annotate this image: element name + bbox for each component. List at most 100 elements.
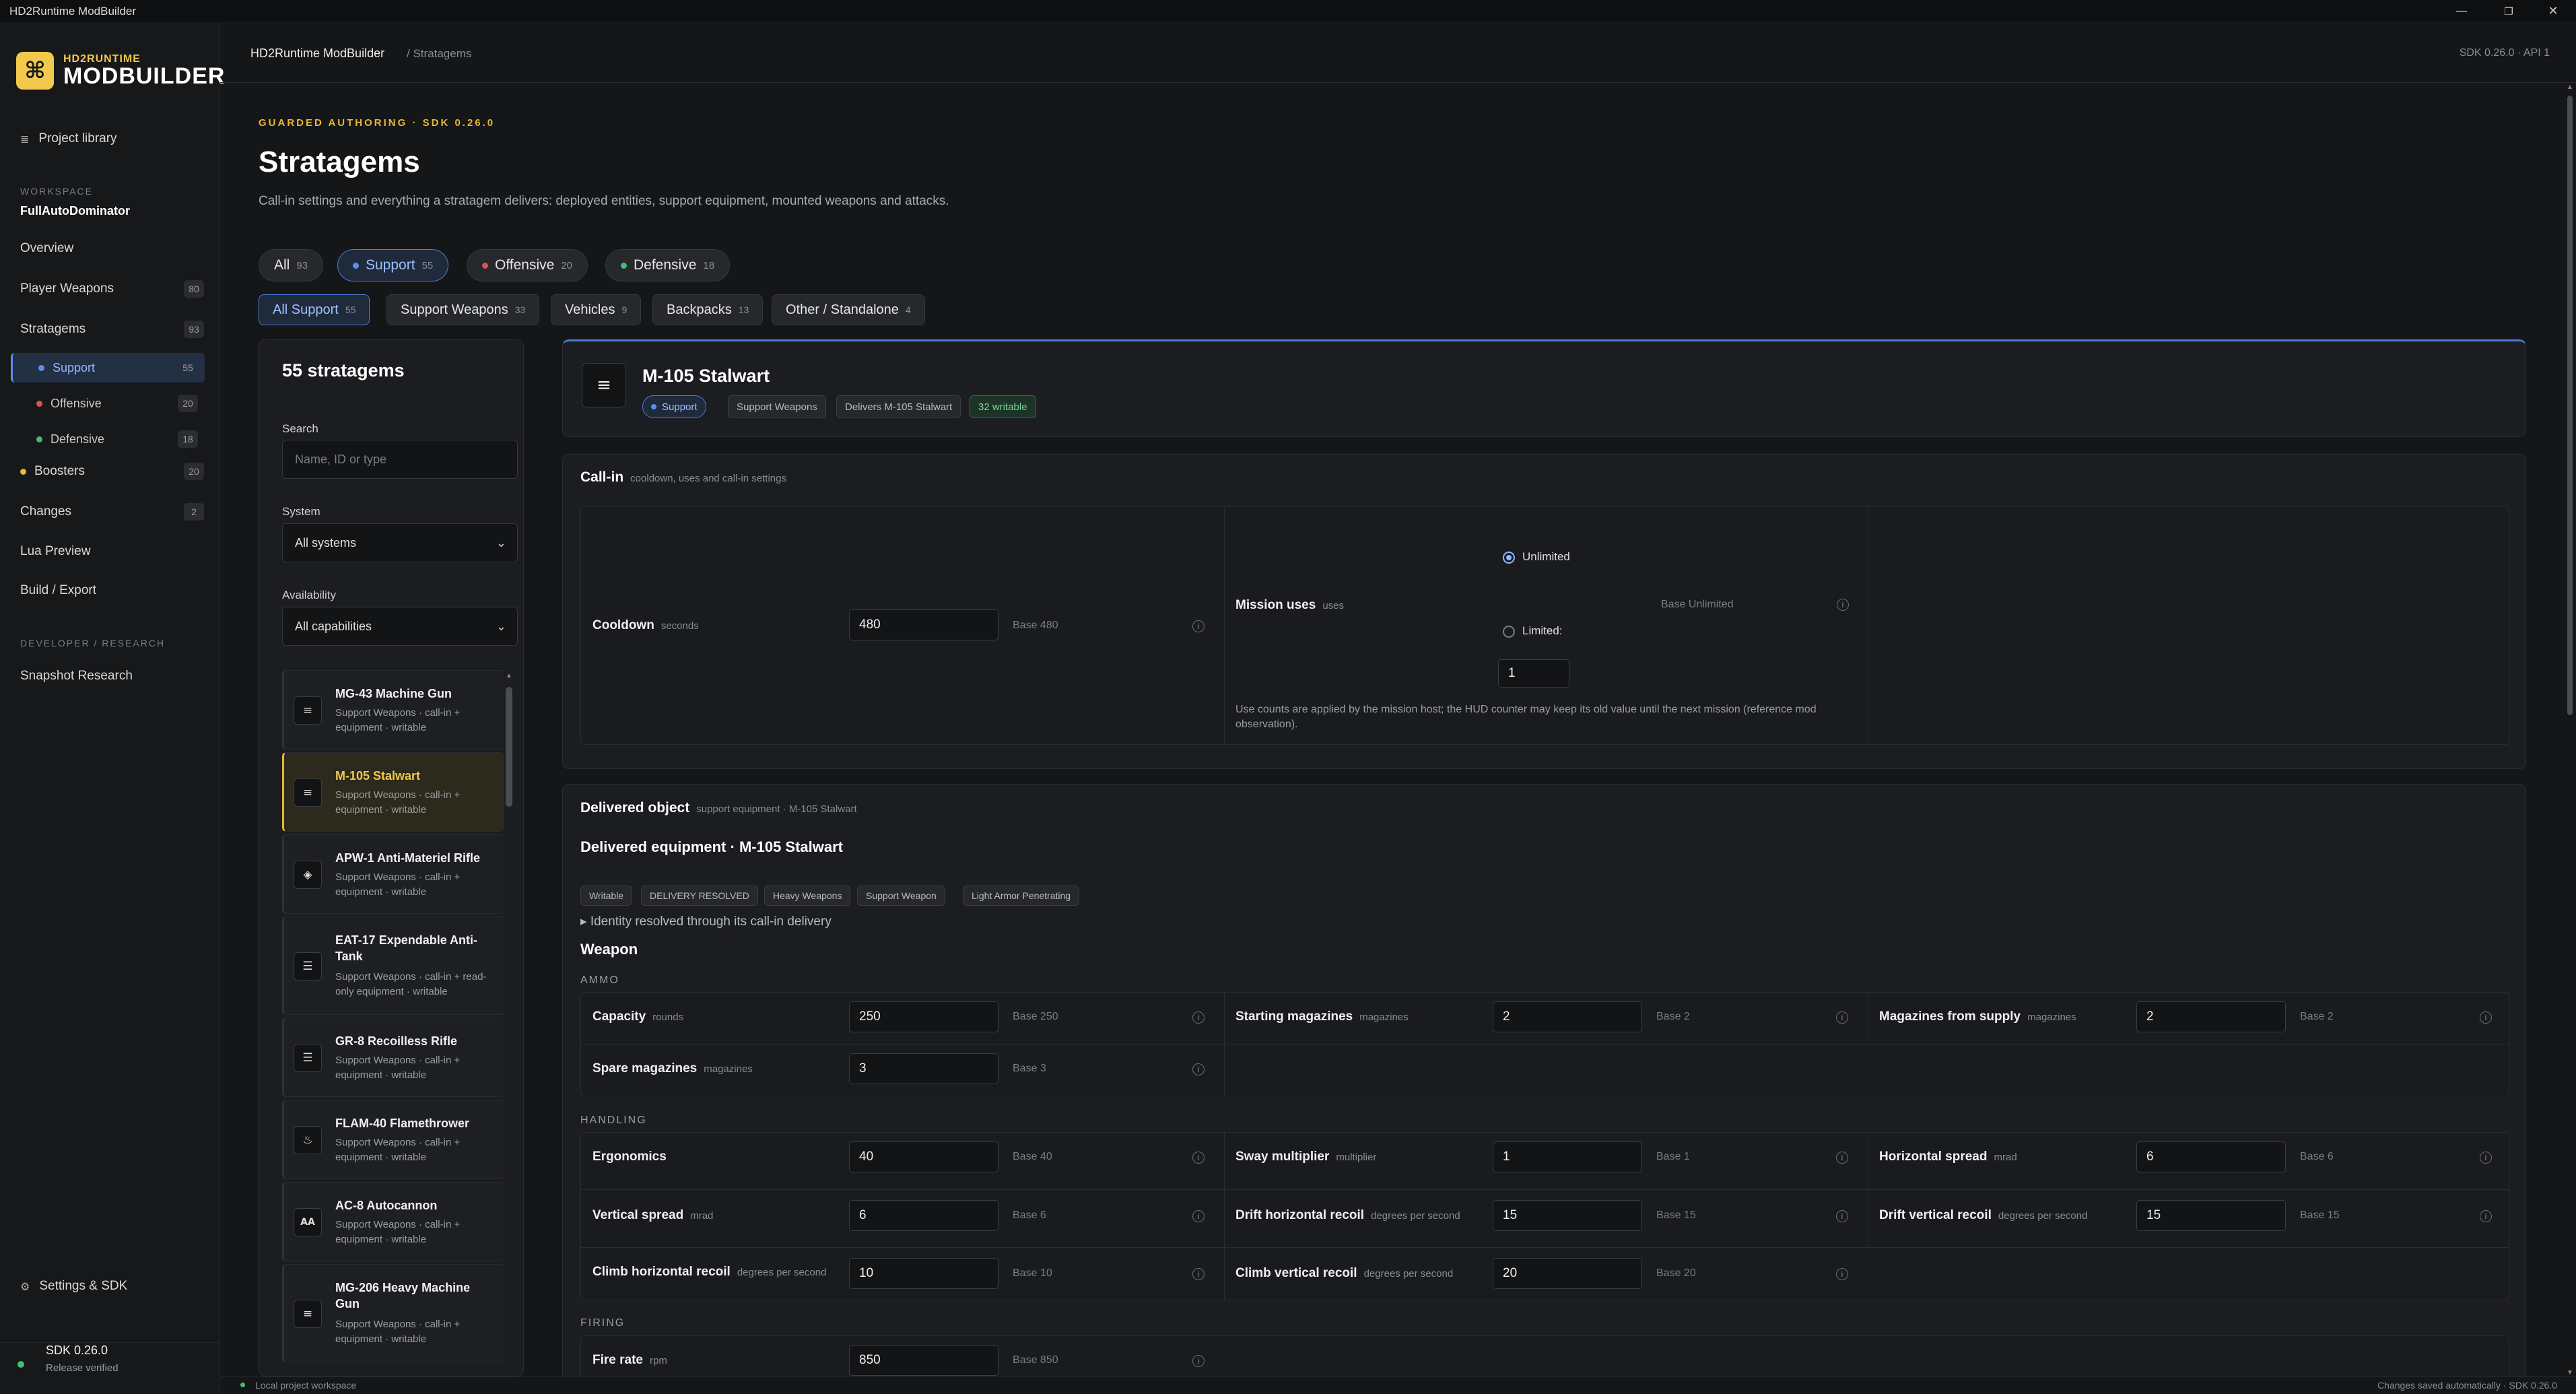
magazines-from-supply-input[interactable]: 2 (2136, 1001, 2286, 1032)
sidebar-item-player-weapons[interactable]: Player Weapons (20, 281, 205, 296)
info-icon[interactable]: i (2480, 1011, 2492, 1024)
sidebar-item-snapshot-research[interactable]: Snapshot Research (20, 669, 133, 684)
list-item[interactable]: ☰ GR-8 Recoilless Rifle Support Weapons … (282, 1018, 504, 1097)
limited-label: Limited: (1522, 624, 1563, 637)
settings-sdk-link[interactable]: ⚙ Settings & SDK (20, 1279, 127, 1294)
filter-all-support[interactable]: All Support 55 (259, 294, 370, 325)
starting-magazines-input[interactable]: 2 (1493, 1001, 1642, 1032)
minimize-icon[interactable]: — (2441, 0, 2482, 22)
list-item[interactable]: ≡ MG-43 Machine Gun Support Weapons · ca… (282, 670, 504, 750)
app-logo[interactable]: ⌘ HD2RUNTIME MODBUILDER (16, 52, 225, 90)
sway-multiplier-input[interactable]: 1 (1493, 1141, 1642, 1172)
scroll-up-icon[interactable]: ▲ (2567, 84, 2573, 91)
info-icon[interactable]: i (1192, 620, 1205, 632)
mission-uses-note: Use counts are applied by the mission ho… (1235, 704, 1817, 731)
weapon-title: Weapon (580, 941, 638, 958)
scroll-up-icon[interactable]: ▲ (506, 672, 512, 679)
filter-backpacks[interactable]: Backpacks 13 (652, 294, 764, 325)
sidebar-item-label: Changes (20, 504, 72, 519)
list-item[interactable]: ☰ EAT-17 Expendable Anti-Tank Support We… (282, 917, 504, 1015)
sidebar-item-overview[interactable]: Overview (20, 241, 205, 256)
climb-horizontal-recoil-input[interactable]: 10 (849, 1258, 998, 1289)
sway-multiplier-base: Base 1 (1656, 1151, 1690, 1162)
scroll-down-icon[interactable]: ▼ (2567, 1369, 2573, 1376)
ergonomics-input[interactable]: 40 (849, 1141, 998, 1172)
project-library-link[interactable]: ≣ Project library (20, 131, 117, 146)
category-support[interactable]: Support 55 (337, 249, 449, 281)
unlimited-radio[interactable] (1503, 552, 1515, 564)
climb-vertical-recoil-input[interactable]: 20 (1493, 1258, 1642, 1289)
info-icon[interactable]: i (2480, 1152, 2492, 1164)
info-icon[interactable]: i (1192, 1063, 1205, 1075)
mission-uses-unit: uses (1322, 600, 1345, 611)
search-input[interactable]: Name, ID or type (282, 440, 518, 479)
list-item[interactable]: ♨ FLAM-40 Flamethrower Support Weapons ·… (282, 1100, 504, 1179)
spare-magazines-label: Spare magazines magazines (592, 1061, 753, 1075)
info-icon[interactable]: i (1192, 1152, 1205, 1164)
sidebar-item-support[interactable]: Support 55 (11, 353, 205, 383)
column-divider (1224, 507, 1225, 744)
sidebar-item-label: Lua Preview (20, 544, 91, 558)
list-item[interactable]: ≡ MG-206 Heavy Machine Gun Support Weapo… (282, 1264, 504, 1362)
category-offensive[interactable]: Offensive 20 (467, 249, 588, 281)
list-item[interactable]: ◈ APW-1 Anti-Materiel Rifle Support Weap… (282, 834, 504, 914)
category-defensive[interactable]: Defensive 18 (605, 249, 731, 281)
sidebar-item-lua-preview[interactable]: Lua Preview (20, 544, 91, 559)
filter-support-weapons[interactable]: Support Weapons 33 (386, 294, 540, 325)
filter-vehicles[interactable]: Vehicles 9 (551, 294, 642, 325)
list-item[interactable]: AA AC-8 Autocannon Support Weapons · cal… (282, 1182, 504, 1261)
unlimited-label: Unlimited (1522, 550, 1570, 563)
category-all[interactable]: All 93 (259, 249, 324, 281)
chip-count: 33 (514, 304, 526, 315)
chip-count: 9 (621, 304, 628, 315)
info-icon[interactable]: i (1192, 1268, 1205, 1280)
drift-horizontal-recoil-base: Base 15 (1656, 1209, 1696, 1221)
info-icon[interactable]: i (2480, 1210, 2492, 1222)
horizontal-spread-input[interactable]: 6 (2136, 1141, 2286, 1172)
breadcrumb-app[interactable]: HD2Runtime ModBuilder (250, 46, 384, 61)
list-scrollbar[interactable]: ▲ (504, 672, 514, 1372)
availability-select[interactable]: All capabilities ⌄ (282, 607, 518, 646)
limited-radio[interactable] (1503, 626, 1515, 638)
vertical-spread-input[interactable]: 6 (849, 1200, 998, 1231)
info-icon[interactable]: i (1836, 1011, 1848, 1024)
main-scrollbar[interactable]: ▲ ▼ (2565, 84, 2575, 1376)
info-icon[interactable]: i (1836, 1210, 1848, 1222)
cooldown-input[interactable]: 480 (849, 609, 998, 640)
offensive-dot (482, 262, 488, 269)
filter-other-standalone[interactable]: Other / Standalone 4 (772, 294, 925, 325)
close-icon[interactable]: ✕ (2533, 0, 2573, 22)
drift-vertical-recoil-input[interactable]: 15 (2136, 1200, 2286, 1231)
ergonomics-label: Ergonomics (592, 1150, 667, 1164)
main-scroll-thumb[interactable] (2567, 96, 2573, 715)
limited-uses-input[interactable]: 1 (1498, 659, 1569, 688)
chip-label: Support Weapons (401, 302, 508, 317)
maximize-icon[interactable]: ❐ (2488, 0, 2529, 22)
info-icon[interactable]: i (1836, 1152, 1848, 1164)
sidebar-item-offensive[interactable]: Offensive 20 (11, 389, 205, 418)
info-icon[interactable]: i (1192, 1011, 1205, 1024)
system-select[interactable]: All systems ⌄ (282, 523, 518, 562)
list-icon: ≣ (20, 132, 30, 145)
info-icon[interactable]: i (1836, 1268, 1848, 1280)
info-icon[interactable]: i (1837, 599, 1849, 611)
list-item[interactable]: ≡ M-105 Stalwart Support Weapons · call-… (282, 752, 504, 832)
identity-disclosure[interactable]: ▸ Identity resolved through its call-in … (580, 914, 832, 929)
info-icon[interactable]: i (1192, 1210, 1205, 1222)
delivers-tag: Delivers M-105 Stalwart (836, 395, 961, 418)
info-icon[interactable]: i (1192, 1355, 1205, 1367)
sidebar: ⌘ HD2RUNTIME MODBUILDER ≣ Project librar… (0, 22, 224, 1394)
autocannon-icon: AA (294, 1208, 322, 1236)
list-scroll-thumb[interactable] (506, 687, 512, 807)
sidebar-item-stratagems[interactable]: Stratagems (20, 322, 205, 337)
drift-horizontal-recoil-input[interactable]: 15 (1493, 1200, 1642, 1231)
sidebar-item-build-export[interactable]: Build / Export (20, 583, 96, 598)
fire-rate-input[interactable]: 850 (849, 1345, 998, 1376)
logo-bottom-text: MODBUILDER (63, 63, 226, 89)
list-item-name: FLAM-40 Flamethrower (335, 1117, 470, 1130)
sidebar-item-boosters[interactable]: Boosters (20, 464, 205, 479)
capacity-input[interactable]: 250 (849, 1001, 998, 1032)
sidebar-item-changes[interactable]: Changes (20, 504, 205, 519)
spare-magazines-input[interactable]: 3 (849, 1053, 998, 1084)
sidebar-item-defensive[interactable]: Defensive 18 (11, 424, 205, 454)
